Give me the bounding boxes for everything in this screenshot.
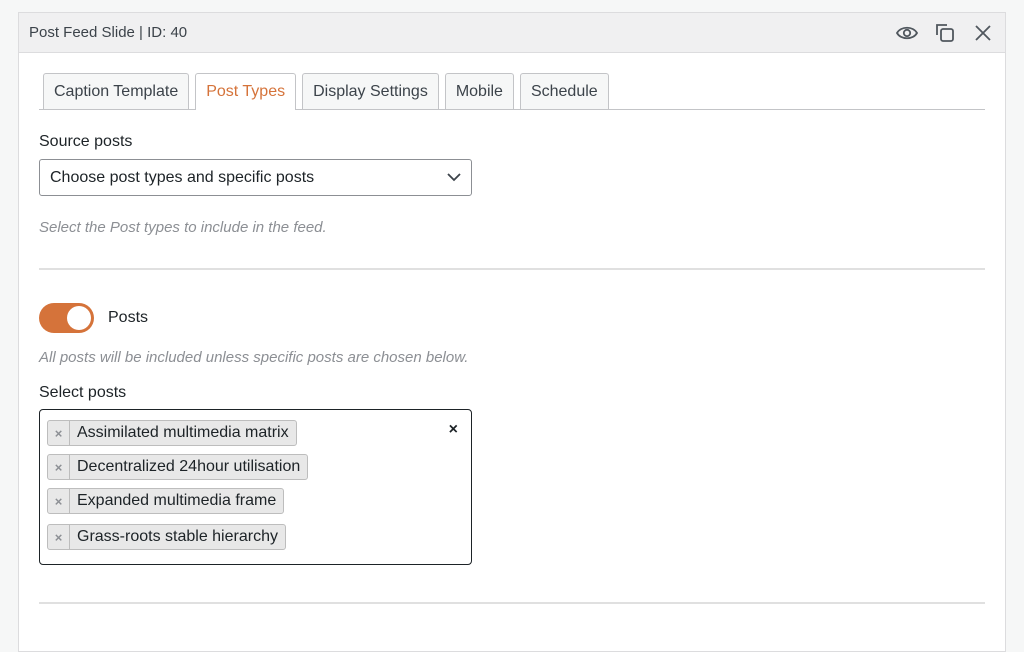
section-divider bbox=[39, 268, 985, 270]
posts-toggle-label: Posts bbox=[108, 309, 149, 326]
tab-bar: Caption Template Post Types Display Sett… bbox=[39, 73, 985, 110]
eye-icon[interactable] bbox=[895, 21, 919, 45]
remove-chip-icon[interactable]: × bbox=[48, 489, 70, 513]
source-posts-select[interactable]: Choose post types and specific posts bbox=[39, 159, 472, 196]
duplicate-icon[interactable] bbox=[933, 21, 957, 45]
close-icon[interactable] bbox=[971, 21, 995, 45]
posts-help: All posts will be included unless specif… bbox=[39, 349, 469, 366]
source-posts-selected-value: Choose post types and specific posts bbox=[50, 168, 315, 186]
clear-all-icon[interactable]: × bbox=[449, 421, 458, 439]
posts-toggle[interactable] bbox=[39, 303, 94, 333]
remove-chip-icon[interactable]: × bbox=[48, 421, 70, 445]
panel-header: Post Feed Slide | ID: 40 bbox=[19, 13, 1005, 53]
remove-chip-icon[interactable]: × bbox=[48, 455, 70, 479]
tab-display-settings[interactable]: Display Settings bbox=[302, 73, 439, 109]
chip-label: Expanded multimedia frame bbox=[77, 492, 277, 509]
post-chip: × Grass-roots stable hierarchy bbox=[47, 524, 286, 550]
source-posts-help: Select the Post types to include in the … bbox=[39, 219, 327, 236]
select-posts-multiselect[interactable]: × Assimilated multimedia matrix × Decent… bbox=[39, 409, 472, 565]
chip-label: Assimilated multimedia matrix bbox=[77, 424, 289, 441]
tab-caption-template[interactable]: Caption Template bbox=[43, 73, 190, 109]
select-posts-label: Select posts bbox=[39, 384, 127, 401]
chip-label: Decentralized 24hour utilisation bbox=[77, 458, 301, 475]
post-chip: × Expanded multimedia frame bbox=[47, 488, 285, 514]
post-chip: × Decentralized 24hour utilisation bbox=[47, 454, 309, 480]
tab-schedule[interactable]: Schedule bbox=[519, 73, 609, 109]
tab-post-types[interactable]: Post Types bbox=[195, 73, 297, 110]
source-posts-label: Source posts bbox=[39, 133, 133, 150]
chip-label: Grass-roots stable hierarchy bbox=[77, 528, 278, 545]
remove-chip-icon[interactable]: × bbox=[48, 525, 70, 549]
post-chip: × Assimilated multimedia matrix bbox=[47, 420, 297, 446]
panel-title: Post Feed Slide | ID: 40 bbox=[29, 24, 188, 41]
tab-mobile[interactable]: Mobile bbox=[444, 73, 514, 109]
chevron-down-icon bbox=[447, 169, 461, 187]
toggle-knob bbox=[67, 306, 91, 330]
section-divider bbox=[39, 602, 985, 604]
post-feed-slide-panel: Post Feed Slide | ID: 40 Caption Templat… bbox=[18, 12, 1006, 652]
